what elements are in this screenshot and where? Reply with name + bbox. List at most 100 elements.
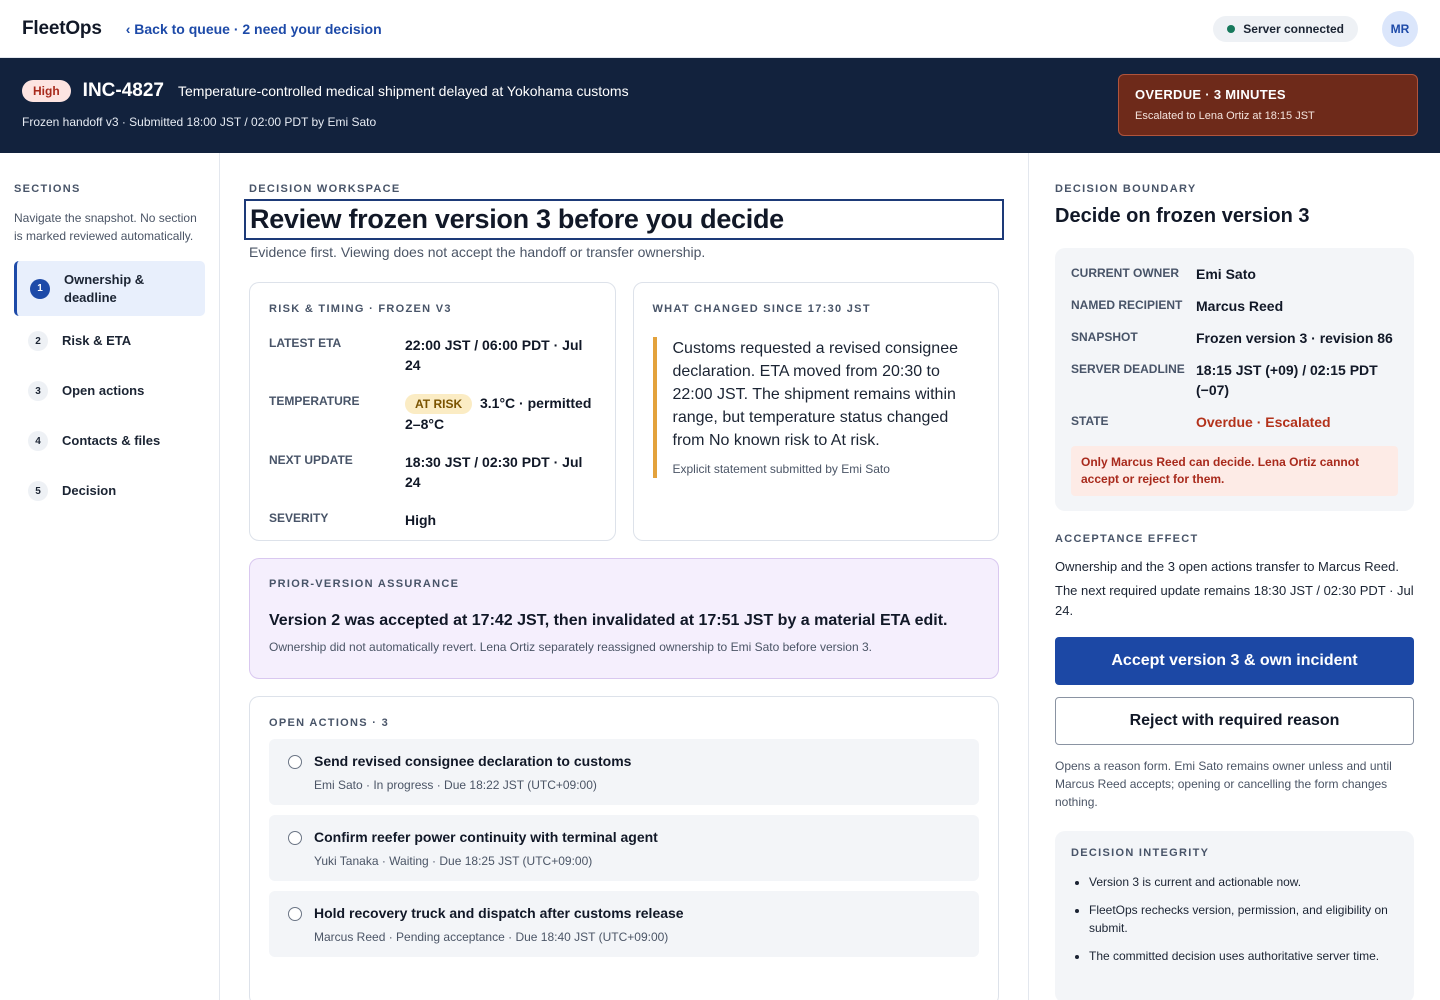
what-changed-card: WHAT CHANGED SINCE 17:30 JST Customs req… — [632, 282, 999, 541]
sections-description: Navigate the snapshot. No section is mar… — [14, 211, 197, 243]
nav-label: Decision — [62, 483, 117, 498]
action-title: Confirm reefer power continuity with ter… — [314, 829, 658, 845]
nav-item-risk-eta[interactable]: 2 Risk & ETA — [14, 316, 205, 366]
changed-heading: WHAT CHANGED SINCE 17:30 JST — [652, 303, 871, 315]
integrity-heading: DECISION INTEGRITY — [1071, 847, 1210, 859]
sections-nav: 1 Ownership & deadline 2 Risk & ETA 3 Op… — [14, 261, 205, 516]
kv-label: SNAPSHOT — [1071, 330, 1138, 344]
latest-eta-row: LATEST ETA 22:00 JST / 06:00 PDT · Jul 2… — [269, 335, 596, 375]
decision-integrity-card: DECISION INTEGRITY Version 3 is current … — [1055, 831, 1414, 1000]
recipient-row: NAMED RECIPIENT Marcus Reed — [1071, 296, 1398, 316]
nav-number: 2 — [28, 331, 48, 351]
risk-timing-card: RISK & TIMING · FROZEN V3 LATEST ETA 22:… — [249, 282, 616, 541]
action-radio[interactable] — [288, 907, 302, 921]
kv-label: NEXT UPDATE — [269, 453, 353, 467]
open-actions-card: OPEN ACTIONS · 3 Send revised consignee … — [249, 696, 999, 1000]
accept-button[interactable]: Accept version 3 & own incident — [1055, 637, 1414, 685]
kv-label: TEMPERATURE — [269, 394, 360, 408]
open-actions-heading: OPEN ACTIONS · 3 — [269, 717, 390, 729]
action-title: Hold recovery truck and dispatch after c… — [314, 905, 684, 921]
boundary-title: Decide on frozen version 3 — [1055, 205, 1310, 227]
nav-label: Open actions — [62, 383, 145, 398]
action-radio[interactable] — [288, 831, 302, 845]
workspace-subtitle: Evidence first. Viewing does not accept … — [249, 244, 706, 260]
severity-value: High — [405, 512, 437, 528]
nav-number: 5 — [28, 481, 48, 501]
nav-number: 3 — [28, 381, 48, 401]
snapshot-row: SNAPSHOT Frozen version 3 · revision 86 — [1071, 328, 1398, 348]
severity-badge: High — [22, 80, 71, 102]
server-status-badge: Server connected — [1213, 15, 1358, 42]
effect-eyebrow: ACCEPTANCE EFFECT — [1055, 533, 1199, 545]
back-to-queue-link[interactable]: ‹ Back to queue · 2 need your decision — [126, 21, 382, 37]
change-attribution: Explicit statement submitted by Emi Sato — [672, 462, 890, 476]
overdue-banner: OVERDUE · 3 MINUTES Escalated to Lena Or… — [1118, 74, 1418, 136]
decision-panel: DECISION BOUNDARY Decide on frozen versi… — [1029, 153, 1440, 1000]
status-dot-icon — [1227, 24, 1236, 33]
decision-boundary-card: CURRENT OWNER Emi Sato NAMED RECIPIENT M… — [1055, 248, 1414, 511]
nav-label: Ownership & deadline — [64, 271, 145, 305]
temperature-cell: AT RISK 3.1°C · permitted 2–8°C — [405, 393, 596, 434]
nav-item-open-actions[interactable]: 3 Open actions — [14, 366, 205, 416]
incident-title: Temperature-controlled medical shipment … — [178, 83, 629, 99]
latest-eta-value: 22:00 JST / 06:00 PDT · Jul 24 — [405, 337, 583, 373]
incident-header: High INC-4827 Temperature-controlled med… — [0, 58, 1440, 153]
nav-label: Contacts & files — [62, 433, 161, 448]
temperature-row: TEMPERATURE AT RISK 3.1°C · permitted 2–… — [269, 393, 596, 434]
app-logo: FleetOps — [22, 17, 102, 39]
top-bar: FleetOps ‹ Back to queue · 2 need your d… — [0, 0, 1440, 58]
action-item: Hold recovery truck and dispatch after c… — [269, 891, 979, 957]
prior-version-card: PRIOR-VERSION ASSURANCE Version 2 was ac… — [249, 558, 999, 679]
state-value: Overdue · Escalated — [1196, 414, 1331, 430]
nav-item-decision[interactable]: 5 Decision — [14, 466, 205, 516]
kv-label: CURRENT OWNER — [1071, 266, 1179, 280]
recipient-value: Marcus Reed — [1196, 298, 1284, 314]
server-status-text: Server connected — [1243, 21, 1344, 36]
permission-warning: Only Marcus Reed can decide. Lena Ortiz … — [1071, 446, 1398, 496]
incident-id: INC-4827 — [82, 80, 164, 101]
decision-workspace: DECISION WORKSPACE Review frozen version… — [220, 153, 1029, 1000]
kv-label: SEVERITY — [269, 511, 329, 525]
current-owner-value: Emi Sato — [1196, 266, 1256, 282]
nav-item-ownership-deadline[interactable]: 1 Ownership & deadline — [14, 261, 205, 316]
prior-title: Version 2 was accepted at 17:42 JST, the… — [269, 612, 948, 629]
escalation-note: Escalated to Lena Ortiz at 18:15 JST — [1135, 110, 1315, 122]
nav-item-contacts-files[interactable]: 4 Contacts & files — [14, 416, 205, 466]
integrity-list: Version 3 is current and actionable now.… — [1071, 873, 1398, 965]
action-meta: Emi Sato · In progress · Due 18:22 JST (… — [314, 778, 597, 792]
action-item: Send revised consignee declaration to cu… — [269, 739, 979, 805]
reject-note: Opens a reason form. Emi Sato remains ow… — [1055, 759, 1392, 809]
severity-row: SEVERITY High — [269, 510, 596, 530]
sections-sidebar: SECTIONS Navigate the snapshot. No secti… — [0, 153, 220, 1000]
action-radio[interactable] — [288, 755, 302, 769]
reject-button[interactable]: Reject with required reason — [1055, 697, 1414, 745]
deadline-value: 18:15 JST (+09) / 02:15 PDT (−07) — [1196, 362, 1378, 398]
prior-heading: PRIOR-VERSION ASSURANCE — [269, 578, 460, 590]
current-owner-row: CURRENT OWNER Emi Sato — [1071, 264, 1398, 284]
snapshot-value: Frozen version 3 · revision 86 — [1196, 330, 1393, 346]
at-risk-badge: AT RISK — [405, 394, 473, 414]
change-statement: Customs requested a revised consignee de… — [652, 337, 980, 478]
boundary-eyebrow: DECISION BOUNDARY — [1055, 183, 1197, 195]
effect-line-2: The next required update remains 18:30 J… — [1055, 583, 1414, 618]
integrity-item: Version 3 is current and actionable now. — [1089, 873, 1398, 891]
kv-label: LATEST ETA — [269, 336, 342, 350]
next-update-row: NEXT UPDATE 18:30 JST / 02:30 PDT · Jul … — [269, 452, 596, 492]
effect-line-1: Ownership and the 3 open actions transfe… — [1055, 559, 1399, 574]
integrity-item: The committed decision uses authoritativ… — [1089, 947, 1398, 965]
risk-heading: RISK & TIMING · FROZEN V3 — [269, 303, 452, 315]
sections-heading: SECTIONS — [14, 183, 81, 195]
nav-number: 4 — [28, 431, 48, 451]
action-item: Confirm reefer power continuity with ter… — [269, 815, 979, 881]
user-avatar[interactable]: MR — [1382, 10, 1418, 47]
next-update-value: 18:30 JST / 02:30 PDT · Jul 24 — [405, 454, 583, 490]
nav-number: 1 — [30, 278, 50, 299]
nav-label: Risk & ETA — [62, 333, 132, 348]
action-meta: Marcus Reed · Pending acceptance · Due 1… — [314, 930, 669, 944]
kv-label: NAMED RECIPIENT — [1071, 298, 1183, 312]
change-text: Customs requested a revised consignee de… — [672, 340, 959, 449]
overdue-title: OVERDUE · 3 MINUTES — [1135, 87, 1286, 102]
workspace-eyebrow: DECISION WORKSPACE — [249, 183, 401, 195]
deadline-row: SERVER DEADLINE 18:15 JST (+09) / 02:15 … — [1071, 360, 1398, 400]
action-title: Send revised consignee declaration to cu… — [314, 753, 632, 769]
